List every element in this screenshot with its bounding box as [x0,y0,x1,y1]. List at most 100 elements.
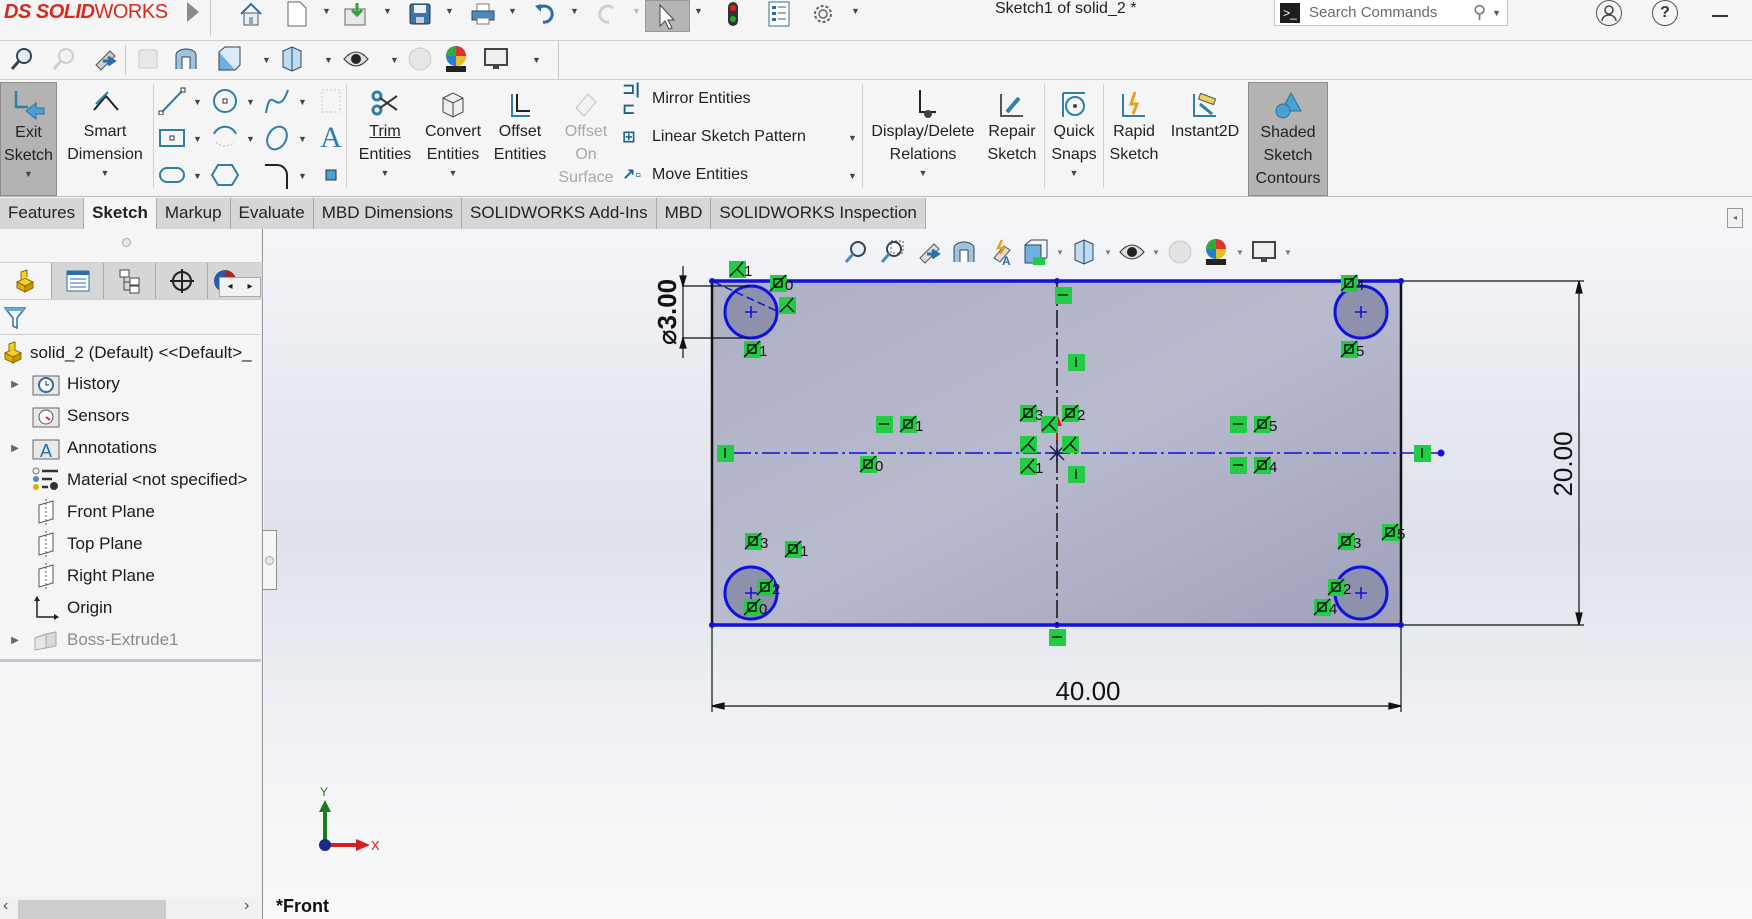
expand-icon[interactable]: ▶ [0,443,30,454]
zoom-to-area-icon[interactable] [874,236,910,268]
spline-tool-icon[interactable] [262,86,292,116]
zoom-to-fit-icon[interactable] [8,45,36,73]
section-view-icon[interactable] [946,236,982,268]
save-icon[interactable] [405,0,435,28]
text-tool-icon[interactable]: A [316,121,346,154]
select-dropdown[interactable]: ▼ [694,6,703,16]
trim-entities-button[interactable]: Trim Entities ▼ [352,82,418,196]
rectangle-dropdown[interactable]: ▼ [193,134,202,144]
scroll-left-icon[interactable]: ‹ [3,897,8,915]
tree-item-right-plane[interactable]: Right Plane [0,561,155,591]
hide-show-dropdown[interactable]: ▼ [390,55,399,65]
view-orientation-icon[interactable] [1018,236,1054,268]
tab-evaluate[interactable]: Evaluate [230,198,314,229]
tab-mbd-dimensions[interactable]: MBD Dimensions [313,198,463,229]
tab-sketch[interactable]: Sketch [84,198,157,229]
slot-dropdown[interactable]: ▼ [193,171,202,181]
propertymanager-tab-icon[interactable] [52,263,104,299]
tree-item-origin[interactable]: Origin [0,593,112,623]
view-orientation-dropdown[interactable]: ▼ [1054,248,1066,257]
apply-scene-icon[interactable] [1198,236,1234,268]
expand-icon[interactable]: ▶ [0,379,30,390]
new-document-icon[interactable] [282,0,312,28]
filter-icon[interactable] [4,306,26,330]
ellipse-dropdown[interactable]: ▼ [298,134,307,144]
tree-item-material[interactable]: Material <not specified> [0,465,248,495]
dimxpertmanager-tab-icon[interactable] [156,263,208,299]
hide-show-items-icon[interactable] [342,45,370,73]
move-dropdown[interactable]: ▼ [848,171,857,181]
display-style-icon[interactable] [1066,236,1102,268]
apply-scene-dropdown[interactable]: ▼ [1234,248,1246,257]
file-properties-icon[interactable] [764,0,794,28]
move-entities-button[interactable]: ↗▫ Move Entities [622,160,748,190]
arc-tool-icon[interactable] [210,123,240,153]
print-dropdown[interactable]: ▼ [508,6,517,16]
minimize-icon[interactable] [1712,15,1728,17]
quick-snaps-dropdown[interactable]: ▼ [1046,166,1102,180]
repair-sketch-button[interactable]: Repair Sketch [982,82,1042,196]
options-dropdown[interactable]: ▼ [851,6,860,16]
scroll-left-icon[interactable]: ◂ [220,278,240,296]
tree-filter[interactable] [0,299,261,335]
featuremanager-tab-icon[interactable] [0,263,52,299]
scrollbar-thumb[interactable] [18,900,166,919]
display-style-dropdown[interactable]: ▼ [324,55,333,65]
expand-icon[interactable]: ▶ [0,635,30,646]
tab-solidworks-add-ins[interactable]: SOLIDWORKS Add-Ins [462,198,657,229]
view-settings-dropdown[interactable]: ▼ [532,55,541,65]
task-pane-toggle-icon[interactable]: ◂ [1727,208,1743,228]
hide-show-dropdown[interactable]: ▼ [1150,248,1162,257]
arc-dropdown[interactable]: ▼ [246,134,255,144]
circle-tool-icon[interactable] [210,86,240,116]
graphics-area[interactable] [264,229,1752,919]
convert-dropdown[interactable]: ▼ [420,166,486,180]
line-tool-icon[interactable] [157,86,187,116]
save-dropdown[interactable]: ▼ [445,6,454,16]
circle-dropdown[interactable]: ▼ [246,97,255,107]
tab-solidworks-inspection[interactable]: SOLIDWORKS Inspection [711,198,926,229]
new-dropdown[interactable]: ▼ [322,6,331,16]
display-delete-dropdown[interactable]: ▼ [866,166,980,180]
tab-mbd[interactable]: MBD [656,198,712,229]
select-button[interactable] [645,0,690,32]
solidworks-logo[interactable]: DS SOLIDWORKS [4,1,168,24]
dynamic-annotation-views-icon[interactable]: A [982,236,1018,268]
fillet-tool-icon[interactable] [262,160,292,190]
line-dropdown[interactable]: ▼ [193,97,202,107]
polygon-tool-icon[interactable] [210,160,240,190]
options-gear-icon[interactable] [808,0,838,28]
tree-item-boss-extrude1[interactable]: ▶ Boss-Extrude1 [0,625,179,655]
tree-item-front-plane[interactable]: Front Plane [0,497,155,527]
rapid-sketch-button[interactable]: Rapid Sketch [1106,82,1162,196]
slot-tool-icon[interactable] [157,160,187,190]
hide-show-items-icon[interactable] [1114,236,1150,268]
view-settings-icon[interactable] [1246,236,1282,268]
open-icon[interactable] [342,0,372,28]
horizontal-scrollbar[interactable]: ‹ › [0,897,261,919]
search-icon[interactable]: ⚲ [1473,2,1486,23]
tree-item-history[interactable]: ▶ History [0,369,120,399]
rectangle-tool-icon[interactable] [157,123,187,153]
search-dropdown[interactable]: ▼ [1492,8,1501,18]
quick-snaps-button[interactable]: Quick Snaps ▼ [1046,82,1102,196]
undo-icon[interactable] [530,0,560,28]
panel-splitter-grip[interactable] [122,238,131,247]
apply-scene-icon[interactable] [442,45,470,73]
home-icon[interactable] [236,0,266,28]
rollback-bar[interactable] [0,659,261,662]
display-style-icon[interactable] [278,45,306,73]
tree-item-top-plane[interactable]: Top Plane [0,529,143,559]
account-icon[interactable] [1596,0,1622,26]
tab-features[interactable]: Features [0,198,85,229]
spline-dropdown[interactable]: ▼ [298,97,307,107]
smart-dimension-dropdown[interactable]: ▼ [62,166,148,180]
configurationmanager-tab-icon[interactable] [104,263,156,299]
view-orientation-dropdown[interactable]: ▼ [262,55,271,65]
tree-root-part[interactable]: solid_2 (Default) <<Default>_ [0,338,252,368]
previous-view-icon[interactable] [90,45,118,73]
rebuild-icon[interactable] [718,0,748,28]
point-tool-icon[interactable] [316,160,346,190]
tab-markup[interactable]: Markup [156,198,231,229]
tree-item-sensors[interactable]: Sensors [0,401,129,431]
